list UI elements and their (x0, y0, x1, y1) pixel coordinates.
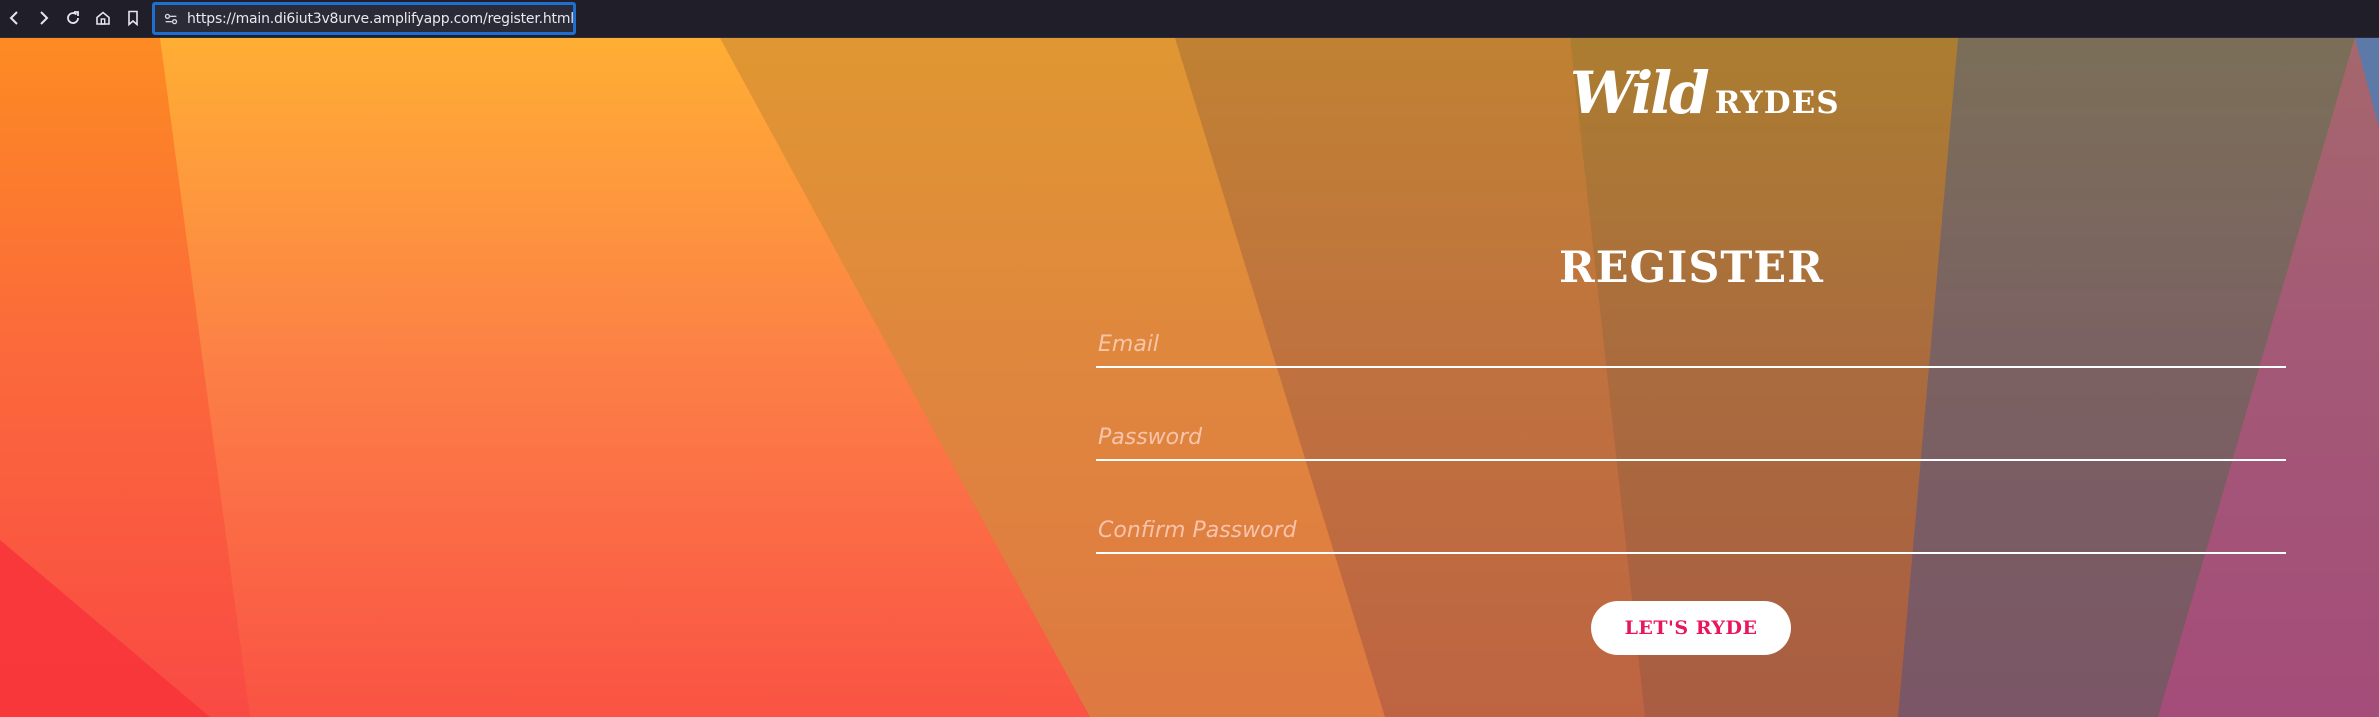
bookmark-icon (128, 10, 138, 27)
register-page: Wild RYDES REGISTER LET'S RYDE (0, 38, 2379, 717)
background-rays (0, 38, 2379, 717)
wild-rydes-logo: Wild RYDES (1570, 64, 1840, 122)
password-field (1096, 415, 2286, 461)
confirm-password-field (1096, 508, 2286, 554)
page-title: REGISTER (1559, 243, 1824, 293)
site-settings-icon[interactable] (163, 11, 179, 27)
lets-ryde-button[interactable]: LET'S RYDE (1591, 601, 1791, 655)
home-icon (96, 11, 110, 25)
reload-button[interactable] (58, 0, 88, 36)
forward-button[interactable] (28, 0, 58, 36)
home-button[interactable] (88, 0, 118, 36)
bookmark-button[interactable] (118, 0, 148, 36)
email-field (1096, 322, 2286, 368)
url-text[interactable]: https://main.di6iut3v8urve.amplifyapp.co… (187, 11, 574, 27)
email-input[interactable] (1096, 322, 2286, 366)
logo-caps-text: RYDES (1714, 85, 1840, 121)
address-bar[interactable]: https://main.di6iut3v8urve.amplifyapp.co… (152, 2, 576, 35)
chevron-left-icon (9, 11, 18, 25)
back-button[interactable] (0, 0, 30, 36)
chevron-right-icon (40, 11, 49, 25)
confirm-password-input[interactable] (1096, 508, 2286, 552)
browser-toolbar: https://main.di6iut3v8urve.amplifyapp.co… (0, 0, 2379, 38)
reload-icon (67, 11, 79, 24)
password-input[interactable] (1096, 415, 2286, 459)
logo-script-text: Wild (1570, 59, 1710, 127)
